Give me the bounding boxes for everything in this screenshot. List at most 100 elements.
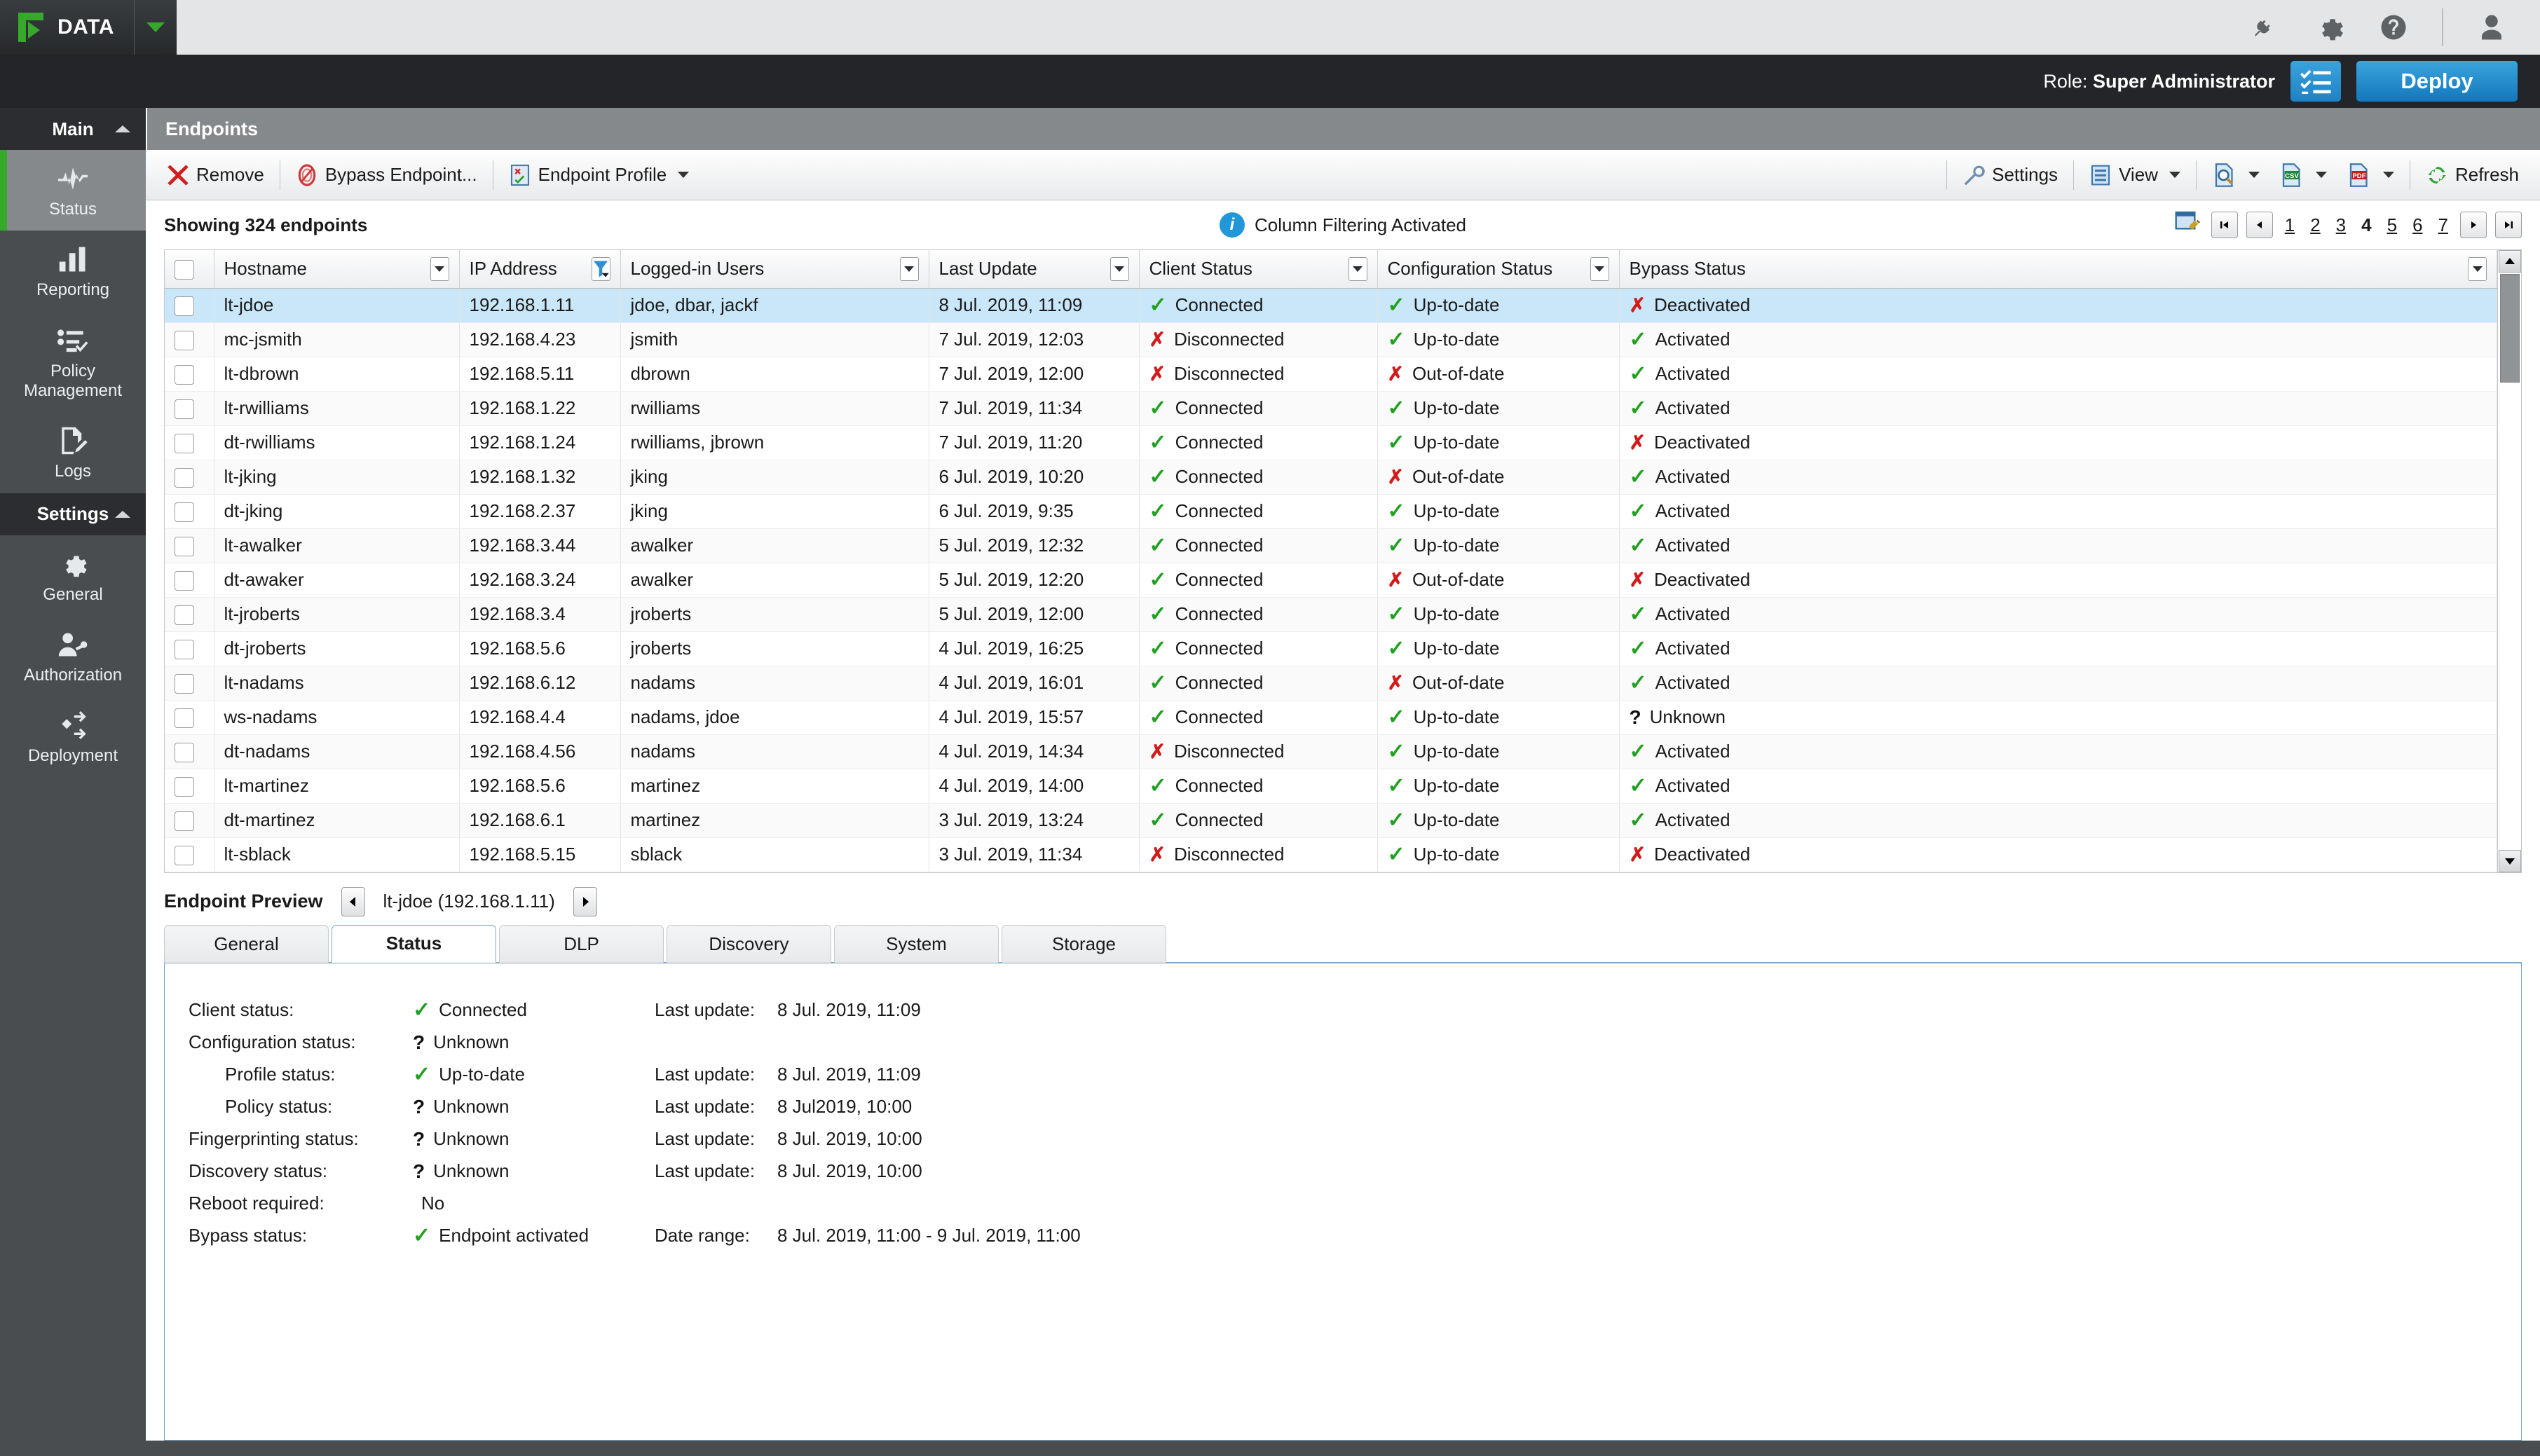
sidebar-item-general[interactable]: General — [0, 535, 146, 616]
configuration-status-filter-dropdown-icon[interactable] — [1590, 256, 1609, 281]
row-checkbox[interactable] — [175, 605, 194, 626]
prev-endpoint-icon[interactable] — [341, 886, 365, 916]
row-checkbox[interactable] — [175, 674, 194, 694]
tab-system[interactable]: System — [834, 924, 999, 963]
row-checkbox-cell[interactable] — [165, 425, 214, 460]
row-checkbox-cell[interactable] — [165, 803, 214, 838]
row-checkbox[interactable] — [175, 502, 194, 523]
row-checkbox-cell[interactable] — [165, 288, 214, 323]
ip-address-filter-funnel-icon[interactable] — [591, 256, 610, 281]
row-checkbox[interactable] — [175, 365, 194, 385]
page-link-7[interactable]: 7 — [2435, 214, 2452, 236]
row-checkbox-cell[interactable] — [165, 631, 214, 666]
table-row[interactable]: ws-nadams 192.168.4.4 nadams, jdoe 4 Jul. 2… — [165, 700, 2497, 735]
column-header-client-status[interactable]: Client Status — [1139, 250, 1378, 289]
page-link-6[interactable]: 6 — [2409, 214, 2426, 236]
row-checkbox-cell[interactable] — [165, 357, 214, 392]
table-row[interactable]: lt-dbrown 192.168.5.11 dbrown 7 Jul. 2019, … — [165, 357, 2497, 392]
table-row[interactable]: lt-jking 192.168.1.32 jking 6 Jul. 2019, 10… — [165, 460, 2497, 495]
table-row[interactable]: dt-jking 192.168.2.37 jking 6 Jul. 2019, 9:… — [165, 494, 2497, 529]
column-header-ip-address[interactable]: IP Address — [459, 250, 621, 289]
scrollbar-track[interactable] — [2498, 273, 2521, 850]
row-checkbox-cell[interactable] — [165, 734, 214, 769]
column-header-hostname[interactable]: Hostname — [214, 250, 460, 289]
sidebar-item-logs[interactable]: Logs — [0, 412, 146, 493]
logged-in-users-filter-dropdown-icon[interactable] — [899, 256, 919, 281]
next-endpoint-icon[interactable] — [573, 886, 597, 916]
sidebar-item-status[interactable]: Status — [0, 150, 146, 231]
page-link-2[interactable]: 2 — [2307, 214, 2323, 236]
tab-general[interactable]: General — [164, 924, 329, 963]
deploy-button[interactable]: Deploy — [2356, 61, 2518, 102]
bypass-endpoint-button[interactable]: Bypass Endpoint... — [286, 156, 487, 195]
scroll-up-icon[interactable] — [2498, 250, 2521, 273]
column-header-last-update[interactable]: Last Update — [929, 250, 1140, 289]
table-row[interactable]: lt-jdoe 192.168.1.11 jdoe, dbar, jackf 8 Ju… — [165, 288, 2497, 323]
table-row[interactable]: lt-awalker 192.168.3.44 awalker 5 Jul. 2019… — [165, 528, 2497, 563]
last-update-filter-dropdown-icon[interactable] — [1109, 256, 1129, 281]
sidebar-item-authorization[interactable]: Authorization — [0, 616, 146, 696]
tab-storage[interactable]: Storage — [1002, 924, 1166, 963]
table-row[interactable]: lt-martinez 192.168.5.6 martinez 4 Jul. 201… — [165, 769, 2497, 804]
page-link-1[interactable]: 1 — [2281, 214, 2298, 236]
row-checkbox[interactable] — [175, 708, 194, 729]
table-row[interactable]: dt-jroberts 192.168.5.6 jroberts 4 Jul. 201… — [165, 631, 2497, 666]
row-checkbox[interactable] — [175, 811, 194, 832]
select-all-checkbox[interactable] — [175, 260, 194, 280]
remove-button[interactable]: Remove — [157, 156, 274, 195]
table-row[interactable]: lt-sblack 192.168.5.15 sblack 3 Jul. 2019, … — [165, 837, 2497, 872]
sidebar-group-main[interactable]: Main — [0, 108, 146, 150]
page-link-5[interactable]: 5 — [2384, 214, 2401, 236]
print-preview-button[interactable] — [2202, 156, 2269, 195]
row-checkbox[interactable] — [175, 331, 194, 351]
row-checkbox[interactable] — [175, 537, 194, 557]
scroll-down-icon[interactable] — [2498, 849, 2521, 872]
table-vertical-scrollbar[interactable] — [2497, 250, 2521, 872]
sidebar-item-reporting[interactable]: Reporting — [0, 231, 146, 311]
tab-status[interactable]: Status — [332, 924, 496, 963]
next-page-icon[interactable] — [2460, 212, 2487, 238]
endpoint-profile-button[interactable]: Endpoint Profile — [499, 156, 699, 195]
plugin-icon[interactable] — [2248, 11, 2281, 43]
gear-icon[interactable] — [2313, 11, 2345, 43]
table-row[interactable]: dt-rwilliams 192.168.1.24 rwilliams, jbrow… — [165, 425, 2497, 460]
table-row[interactable]: dt-martinez 192.168.6.1 martinez 3 Jul. 201… — [165, 803, 2497, 838]
row-checkbox-cell[interactable] — [165, 460, 214, 495]
bypass-status-filter-dropdown-icon[interactable] — [2468, 256, 2487, 281]
table-row[interactable]: lt-nadams 192.168.6.12 nadams 4 Jul. 2019, … — [165, 666, 2497, 701]
row-checkbox[interactable] — [175, 399, 194, 420]
row-checkbox[interactable] — [175, 846, 194, 866]
table-row[interactable]: dt-nadams 192.168.4.56 nadams 4 Jul. 2019, … — [165, 734, 2497, 769]
sidebar-item-deployment[interactable]: Deployment — [0, 696, 146, 777]
scrollbar-thumb[interactable] — [2499, 274, 2520, 383]
table-row[interactable]: lt-rwilliams 192.168.1.22 rwilliams 7 Jul. … — [165, 391, 2497, 426]
help-icon[interactable] — [2377, 11, 2410, 43]
brand-block[interactable]: DATA — [0, 0, 135, 55]
row-checkbox[interactable] — [175, 571, 194, 591]
table-row[interactable]: dt-awaker 192.168.3.24 awalker 5 Jul. 2019,… — [165, 563, 2497, 598]
row-checkbox-cell[interactable] — [165, 528, 214, 563]
brand-dropdown-button[interactable] — [135, 0, 177, 55]
row-checkbox[interactable] — [175, 743, 194, 763]
table-row[interactable]: lt-jroberts 192.168.3.4 jroberts 5 Jul. 201… — [165, 597, 2497, 632]
pending-tasks-button[interactable] — [2290, 61, 2341, 102]
sidebar-group-settings[interactable]: Settings — [0, 493, 146, 535]
export-pdf-button[interactable]: PDF — [2337, 156, 2404, 195]
first-page-icon[interactable] — [2211, 212, 2238, 238]
client-status-filter-dropdown-icon[interactable] — [1348, 256, 1367, 281]
row-checkbox-cell[interactable] — [165, 563, 214, 598]
column-header-bypass-status[interactable]: Bypass Status — [1619, 250, 2497, 289]
row-checkbox-cell[interactable] — [165, 700, 214, 735]
row-checkbox-cell[interactable] — [165, 322, 214, 357]
row-checkbox-cell[interactable] — [165, 666, 214, 701]
column-header-configuration-status[interactable]: Configuration Status — [1377, 250, 1620, 289]
hostname-filter-dropdown-icon[interactable] — [430, 256, 449, 281]
export-csv-button[interactable]: CSV — [2269, 156, 2337, 195]
user-icon[interactable] — [2476, 11, 2508, 43]
row-checkbox-cell[interactable] — [165, 391, 214, 426]
refresh-button[interactable]: Refresh — [2416, 156, 2529, 195]
row-checkbox[interactable] — [175, 640, 194, 660]
table-settings-button[interactable]: Settings — [1953, 156, 2068, 195]
row-checkbox[interactable] — [175, 296, 194, 317]
row-checkbox[interactable] — [175, 777, 194, 797]
